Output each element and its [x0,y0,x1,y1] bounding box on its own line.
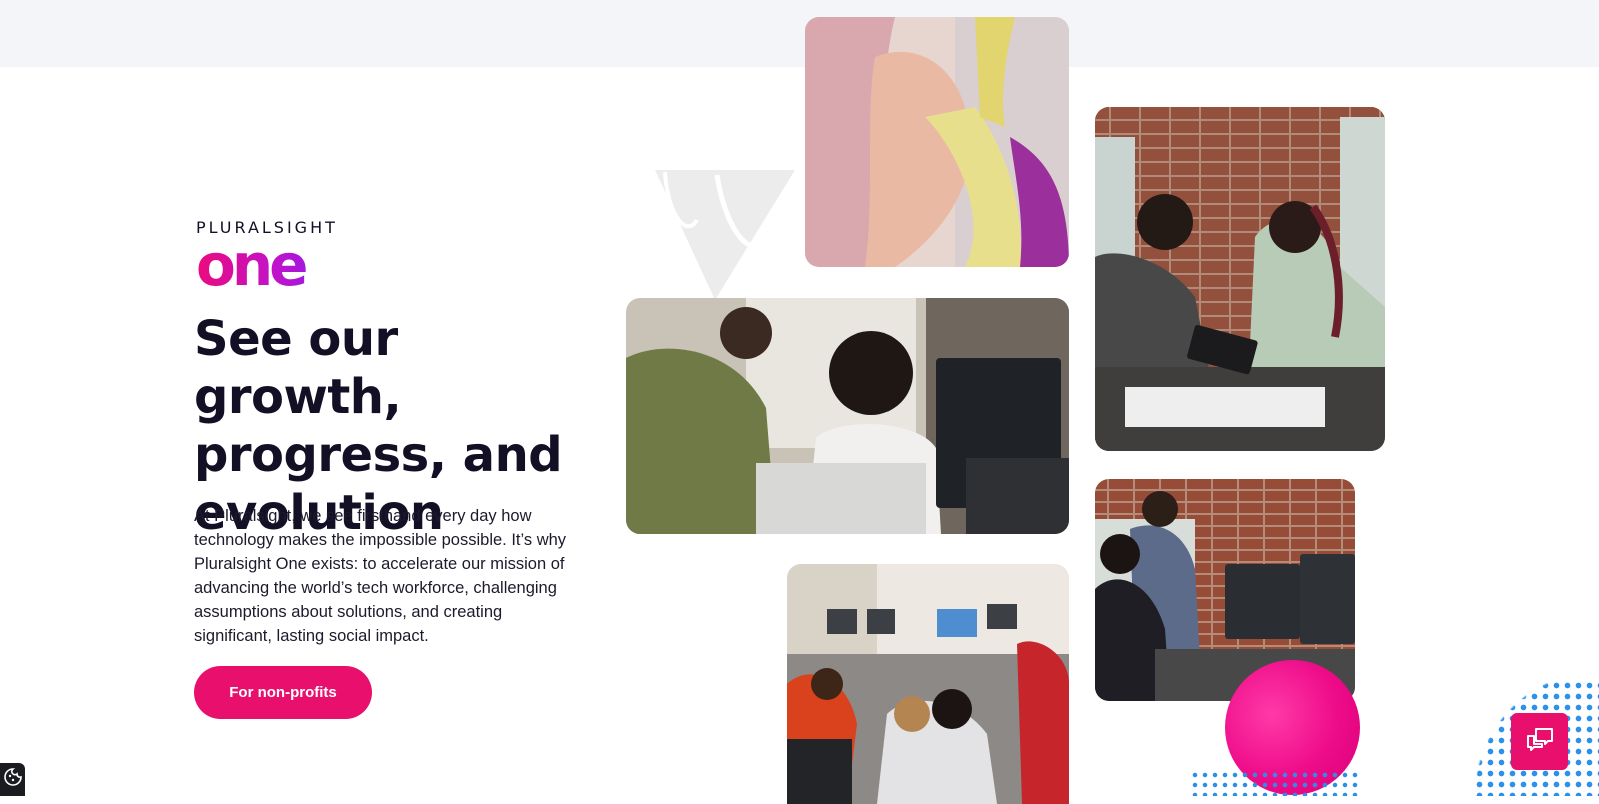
cookie-icon [3,768,22,791]
chat-button[interactable] [1511,713,1568,770]
photo-classroom [787,564,1069,804]
top-band [0,0,1599,67]
logo-one: one [196,236,338,294]
cookie-settings-button[interactable] [0,763,25,796]
decorative-dots-bottom [1190,770,1360,796]
chat-icon [1526,727,1554,756]
for-non-profits-button[interactable]: For non-profits [194,666,372,719]
decorative-shape [655,170,807,300]
photo-woman-hijab [805,17,1069,267]
pluralsight-one-logo: PLURALSIGHT one [196,218,338,294]
photo-office-team [626,298,1069,534]
photo-colleagues-tablet [1095,107,1385,451]
intro-paragraph: At Pluralsight, we see firsthand every d… [194,507,567,645]
